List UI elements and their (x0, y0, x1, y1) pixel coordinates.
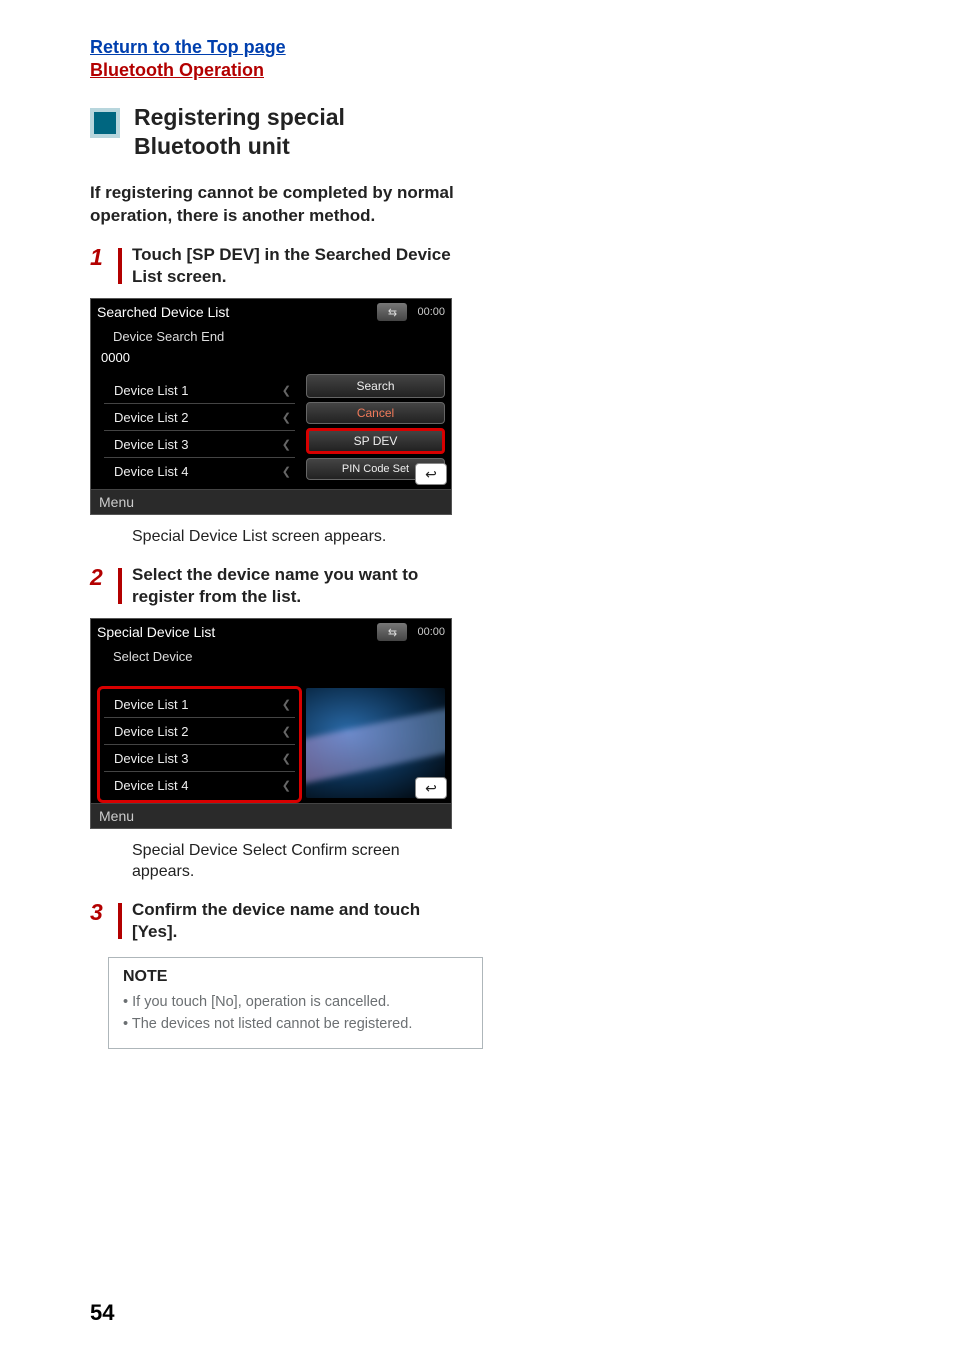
return-icon[interactable]: ↩ (415, 777, 447, 799)
pin-code-value: 0000 (101, 350, 130, 365)
chevron-right-icon: ❮ (282, 438, 291, 451)
return-icon[interactable]: ↩ (415, 463, 447, 485)
intro-text: If registering cannot be completed by no… (90, 182, 460, 228)
list-item[interactable]: Device List 3❮ (104, 745, 295, 772)
chevron-right-icon: ❮ (282, 465, 291, 478)
screen-title: Special Device List (91, 624, 377, 640)
menu-button[interactable]: Menu (91, 489, 451, 514)
chevron-right-icon: ❮ (282, 779, 291, 792)
step-text: Select the device name you want to regis… (132, 564, 470, 608)
section-title: Registering special Bluetooth unit (134, 103, 434, 161)
chevron-right-icon: ❮ (282, 752, 291, 765)
step-bar-icon (118, 248, 122, 284)
step-bar-icon (118, 568, 122, 604)
status-label: Device Search End (91, 325, 451, 346)
step-2: 2 Select the device name you want to reg… (90, 564, 470, 608)
section-heading: Registering special Bluetooth unit (90, 103, 894, 161)
search-button[interactable]: Search (306, 374, 445, 398)
status-label: Select Device (91, 645, 451, 666)
list-item[interactable]: Device List 2❮ (104, 718, 295, 745)
screenshot-special-device-list: Special Device List ⇆ 00:00 Select Devic… (90, 618, 452, 829)
step-text: Touch [SP DEV] in the Searched Device Li… (132, 244, 470, 288)
step-number: 1 (90, 244, 116, 288)
list-item[interactable]: Device List 1❮ (104, 691, 295, 718)
step-1: 1 Touch [SP DEV] in the Searched Device … (90, 244, 470, 288)
cancel-button[interactable]: Cancel (306, 402, 445, 424)
step-text: Confirm the device name and touch [Yes]. (132, 899, 470, 943)
section-marker-icon (90, 108, 120, 138)
note-heading: NOTE (123, 968, 468, 986)
note-line: If you touch [No], operation is cancelle… (123, 992, 468, 1014)
note-line: The devices not listed cannot be registe… (123, 1014, 468, 1036)
step-number: 3 (90, 899, 116, 943)
chevron-right-icon: ❮ (282, 384, 291, 397)
list-item[interactable]: Device List 4❮ (104, 772, 295, 798)
list-item[interactable]: Device List 1❮ (104, 377, 295, 404)
result-text: Special Device Select Confirm screen app… (132, 841, 452, 883)
list-item[interactable]: Device List 3❮ (104, 431, 295, 458)
clock-label: 00:00 (411, 626, 451, 638)
list-item[interactable]: Device List 4❮ (104, 458, 295, 484)
page-number: 54 (90, 1300, 114, 1326)
list-item[interactable]: Device List 2❮ (104, 404, 295, 431)
step-bar-icon (118, 903, 122, 939)
chevron-right-icon: ❮ (282, 411, 291, 424)
step-number: 2 (90, 564, 116, 608)
step-3: 3 Confirm the device name and touch [Yes… (90, 899, 470, 943)
back-arrow-icon[interactable]: ⇆ (377, 303, 407, 321)
result-text: Special Device List screen appears. (132, 527, 452, 548)
clock-label: 00:00 (411, 306, 451, 318)
chevron-right-icon: ❮ (282, 725, 291, 738)
screen-title: Searched Device List (91, 304, 377, 320)
chevron-right-icon: ❮ (282, 698, 291, 711)
note-box: NOTE If you touch [No], operation is can… (108, 957, 483, 1049)
screenshot-searched-device-list: Searched Device List ⇆ 00:00 Device Sear… (90, 298, 452, 515)
sp-dev-button[interactable]: SP DEV (306, 428, 445, 454)
back-arrow-icon[interactable]: ⇆ (377, 623, 407, 641)
device-list-highlight: Device List 1❮ Device List 2❮ Device Lis… (97, 686, 302, 803)
bluetooth-operation-link[interactable]: Bluetooth Operation (90, 59, 894, 82)
menu-button[interactable]: Menu (91, 803, 451, 828)
return-top-link[interactable]: Return to the Top page (90, 36, 894, 59)
header-links: Return to the Top page Bluetooth Operati… (90, 36, 894, 83)
